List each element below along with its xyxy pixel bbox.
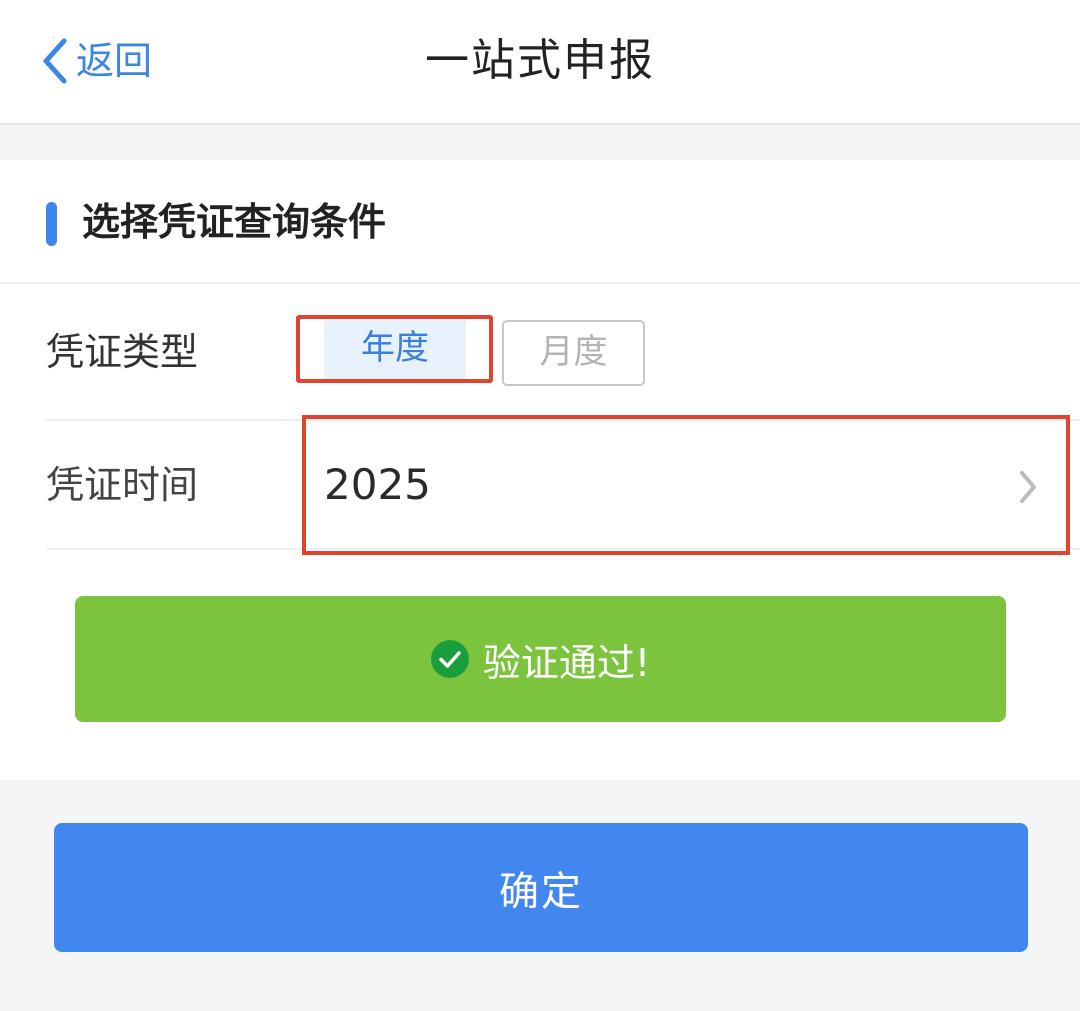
- section-header: 选择凭证查询条件: [0, 160, 1080, 284]
- voucher-time-value: 2025: [324, 460, 431, 509]
- chevron-right-icon: [1020, 471, 1036, 503]
- check-circle-icon: [430, 640, 469, 678]
- voucher-type-label: 凭证类型: [46, 330, 199, 374]
- voucher-time-label: 凭证时间: [46, 463, 199, 507]
- verification-message: 验证通过!: [482, 640, 651, 685]
- confirm-button[interactable]: 确定: [54, 823, 1028, 952]
- page-title: 一站式申报: [425, 35, 655, 86]
- voucher-type-option-annual[interactable]: 年度: [324, 318, 466, 380]
- query-conditions-card: 选择凭证查询条件 凭证类型 年度 月度 凭证时间 2025 验证通过!: [0, 160, 1080, 780]
- voucher-type-row: 凭证类型 年度 月度: [46, 284, 1080, 421]
- voucher-time-row: 凭证时间 2025: [46, 415, 1080, 555]
- navigation-bar: 返回 一站式申报: [0, 0, 1080, 125]
- section-accent-bar: [46, 202, 57, 246]
- verification-success-banner: 验证通过!: [75, 596, 1006, 722]
- voucher-type-option-monthly[interactable]: 月度: [502, 320, 645, 386]
- voucher-time-picker[interactable]: 2025: [302, 415, 1070, 555]
- section-title: 选择凭证查询条件: [82, 200, 387, 244]
